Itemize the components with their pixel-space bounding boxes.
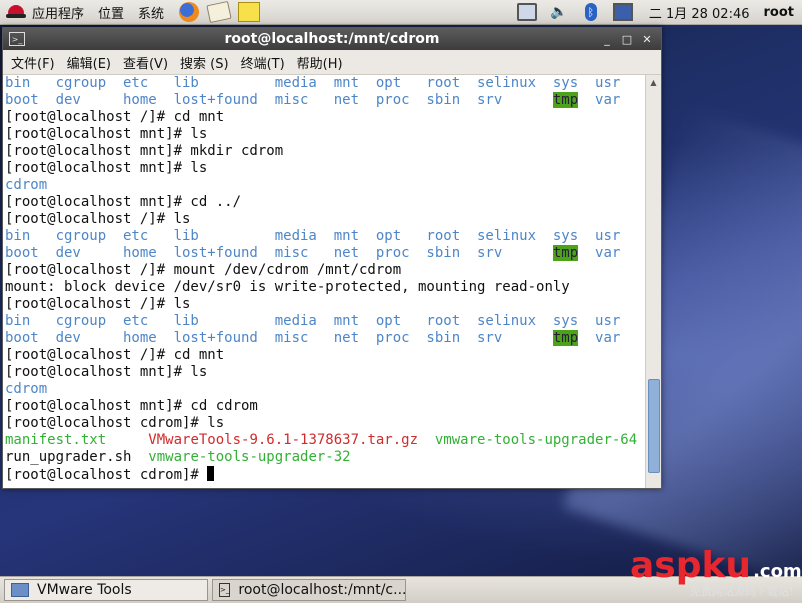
terminal-text: [root@localhost mnt]# mkdir cdrom: [5, 143, 284, 159]
minimize-button[interactable]: _: [597, 30, 617, 48]
menu-places[interactable]: 位置: [98, 3, 124, 22]
terminal-line: [root@localhost /]# ls: [5, 211, 647, 228]
terminal-line: [root@localhost cdrom]#: [5, 466, 647, 483]
terminal-text: [root@localhost mnt]# ls: [5, 126, 208, 142]
terminal-text: var: [578, 92, 621, 108]
terminal-text: var: [578, 330, 621, 346]
terminal-text: run_upgrader.sh: [5, 449, 149, 465]
terminal-scrollbar[interactable]: ▲: [645, 75, 661, 488]
terminal-text: tmp: [552, 330, 579, 346]
watermark-subtitle: 免费网站源码下载站!: [690, 585, 794, 598]
window-title: root@localhost:/mnt/cdrom: [224, 31, 440, 47]
terminal-line: bin cgroup etc lib media mnt opt root se…: [5, 313, 647, 330]
menu-view[interactable]: 查看(V): [123, 53, 168, 72]
menu-file[interactable]: 文件(F): [11, 53, 55, 72]
terminal-line: [root@localhost mnt]# ls: [5, 126, 647, 143]
terminal-text: tmp: [552, 245, 579, 261]
terminal-text: cdrom: [5, 381, 48, 397]
terminal-text: [root@localhost /]# cd mnt: [5, 109, 225, 125]
terminal-text: [root@localhost mnt]# cd cdrom: [5, 398, 258, 414]
taskbar-item-terminal[interactable]: >_ root@localhost:/mnt/c...: [212, 579, 406, 601]
terminal-line: boot dev home lost+found misc net proc s…: [5, 92, 647, 109]
terminal-menubar: 文件(F) 编辑(E) 查看(V) 搜索 (S) 终端(T) 帮助(H): [3, 50, 661, 75]
terminal-text: bin cgroup etc lib media mnt opt root se…: [5, 75, 621, 91]
clock[interactable]: 二 1月 28 02:46: [649, 3, 750, 22]
terminal-line: [root@localhost /]# ls: [5, 296, 647, 313]
menu-system[interactable]: 系统: [138, 3, 164, 22]
redhat-logo-icon[interactable]: [6, 2, 26, 22]
terminal-text: cdrom: [5, 177, 48, 193]
terminal-text: bin cgroup etc lib media mnt opt root se…: [5, 313, 621, 329]
firefox-icon[interactable]: [178, 2, 200, 22]
terminal-line: cdrom: [5, 381, 647, 398]
terminal-line: bin cgroup etc lib media mnt opt root se…: [5, 75, 647, 92]
terminal-text: var: [578, 245, 621, 261]
system-tray: 🔈 ᛒ 二 1月 28 02:46 root: [511, 3, 802, 22]
terminal-line: [root@localhost /]# cd mnt: [5, 109, 647, 126]
menu-edit[interactable]: 编辑(E): [67, 53, 111, 72]
terminal-window: >_ root@localhost:/mnt/cdrom _ □ ✕ 文件(F)…: [2, 27, 662, 489]
terminal-text: [root@localhost mnt]# ls: [5, 364, 208, 380]
scrollbar-thumb[interactable]: [648, 379, 660, 473]
terminal-cursor: [207, 466, 215, 481]
terminal-text: bin cgroup etc lib media mnt opt root se…: [5, 228, 621, 244]
terminal-text: [root@localhost /]# ls: [5, 211, 191, 227]
terminal-line: mount: block device /dev/sr0 is write-pr…: [5, 279, 647, 296]
maximize-button[interactable]: □: [617, 30, 637, 48]
monitor-icon[interactable]: [612, 3, 633, 21]
user-menu[interactable]: root: [764, 5, 795, 20]
terminal-text: [root@localhost mnt]# ls: [5, 160, 208, 176]
bluetooth-icon[interactable]: ᛒ: [581, 3, 601, 21]
terminal-line: [root@localhost mnt]# cd cdrom: [5, 398, 647, 415]
taskbar-item-label: VMware Tools: [37, 582, 132, 598]
terminal-text: [root@localhost /]# cd mnt: [5, 347, 225, 363]
terminal-output[interactable]: bin cgroup etc lib media mnt opt root se…: [3, 75, 647, 488]
mail-icon[interactable]: [206, 0, 232, 24]
terminal-text: [root@localhost mnt]# cd ../: [5, 194, 242, 210]
close-button[interactable]: ✕: [637, 30, 657, 48]
terminal-text: vmware-tools-upgrader-32: [148, 449, 351, 465]
terminal-line: [root@localhost mnt]# mkdir cdrom: [5, 143, 647, 160]
top-panel: 应用程序 位置 系统 🔈 ᛒ 二 1月 28 02:46 root: [0, 0, 802, 25]
terminal-text: boot dev home lost+found misc net proc s…: [5, 330, 553, 346]
terminal-line: [root@localhost mnt]# cd ../: [5, 194, 647, 211]
taskbar-item-label: root@localhost:/mnt/c...: [238, 582, 407, 598]
terminal-line: bin cgroup etc lib media mnt opt root se…: [5, 228, 647, 245]
terminal-line: boot dev home lost+found misc net proc s…: [5, 245, 647, 262]
terminal-text: boot dev home lost+found misc net proc s…: [5, 92, 553, 108]
taskbar-item-vmware-tools[interactable]: VMware Tools: [4, 579, 208, 601]
terminal-text: boot dev home lost+found misc net proc s…: [5, 245, 553, 261]
menu-search[interactable]: 搜索 (S): [180, 53, 229, 72]
scroll-up-arrow-icon[interactable]: ▲: [646, 75, 661, 89]
menu-terminal[interactable]: 终端(T): [241, 53, 285, 72]
terminal-text: tmp: [552, 92, 579, 108]
terminal-text: [root@localhost /]# mount /dev/cdrom /mn…: [5, 262, 402, 278]
terminal-text: [root@localhost /]# ls: [5, 296, 191, 312]
menu-help[interactable]: 帮助(H): [297, 53, 343, 72]
terminal-line: [root@localhost /]# cd mnt: [5, 347, 647, 364]
terminal-titlebar[interactable]: >_ root@localhost:/mnt/cdrom _ □ ✕: [3, 28, 661, 50]
menu-applications[interactable]: 应用程序: [32, 3, 84, 22]
volume-icon[interactable]: 🔈: [549, 3, 569, 21]
network-icon[interactable]: [516, 3, 537, 21]
terminal-line: cdrom: [5, 177, 647, 194]
terminal-line: manifest.txt VMwareTools-9.6.1-1378637.t…: [5, 432, 647, 449]
terminal-text: vmware-tools-upgrader-64: [418, 432, 638, 448]
terminal-text: [root@localhost cdrom]#: [5, 467, 208, 483]
terminal-window-icon[interactable]: >_: [9, 32, 25, 46]
terminal-line: [root@localhost /]# mount /dev/cdrom /mn…: [5, 262, 647, 279]
terminal-text: VMwareTools-9.6.1-1378637.tar.gz: [148, 432, 419, 448]
folder-icon: [11, 583, 29, 597]
terminal-icon: >_: [219, 583, 231, 597]
terminal-line: run_upgrader.sh vmware-tools-upgrader-32: [5, 449, 647, 466]
terminal-line: [root@localhost cdrom]# ls: [5, 415, 647, 432]
terminal-text: manifest.txt: [5, 432, 149, 448]
terminal-line: boot dev home lost+found misc net proc s…: [5, 330, 647, 347]
terminal-text: [root@localhost cdrom]# ls: [5, 415, 225, 431]
notes-icon[interactable]: [238, 2, 261, 22]
terminal-text: mount: block device /dev/sr0 is write-pr…: [5, 279, 570, 295]
terminal-line: [root@localhost mnt]# ls: [5, 160, 647, 177]
terminal-line: [root@localhost mnt]# ls: [5, 364, 647, 381]
watermark-logo: aspku .com: [630, 545, 802, 586]
